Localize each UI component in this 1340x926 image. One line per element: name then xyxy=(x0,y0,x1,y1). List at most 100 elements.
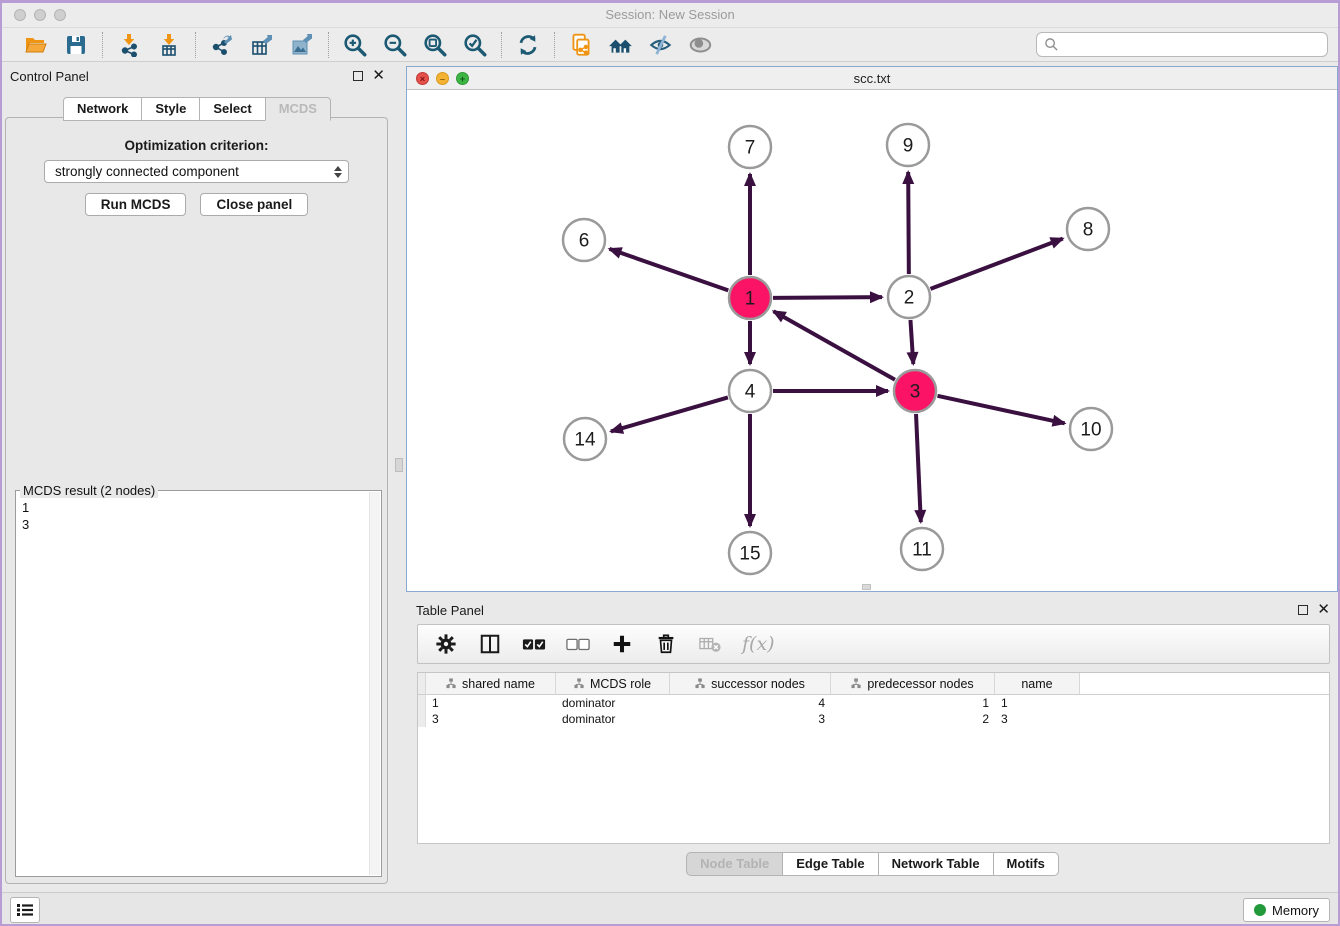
tab-network-table[interactable]: Network Table xyxy=(878,852,994,876)
table-cell[interactable]: 1 xyxy=(831,695,995,711)
column-header-successor-nodes[interactable]: successor nodes xyxy=(670,673,831,695)
tab-mcds[interactable]: MCDS xyxy=(265,97,331,121)
delete-table-icon[interactable] xyxy=(698,632,722,656)
graph-edge-3-10[interactable] xyxy=(937,396,1064,423)
tab-edge-table[interactable]: Edge Table xyxy=(782,852,878,876)
node-table[interactable]: shared name MCDS role successor nodes pr… xyxy=(417,672,1330,844)
control-panel-tabs: Network Style Select MCDS xyxy=(0,97,393,121)
graph-node-label-1: 1 xyxy=(745,289,756,310)
network-bottom-grip[interactable] xyxy=(862,584,871,590)
graph-edge-1-6[interactable] xyxy=(609,249,728,291)
save-session-icon[interactable] xyxy=(62,32,90,58)
close-panel-button[interactable]: Close panel xyxy=(200,193,308,216)
float-table-panel-icon[interactable] xyxy=(1298,605,1308,615)
window-title: Session: New Session xyxy=(0,7,1340,22)
criterion-select-value: strongly connected component xyxy=(55,164,334,179)
table-row[interactable]: 1dominator411 xyxy=(418,695,1329,711)
clone-network-icon[interactable] xyxy=(567,32,595,58)
graph-node-label-2: 2 xyxy=(904,288,915,309)
export-table-icon[interactable] xyxy=(248,32,276,58)
table-cell[interactable]: 1 xyxy=(995,695,1080,711)
task-history-button[interactable] xyxy=(10,897,40,923)
graph-edge-2-8[interactable] xyxy=(931,239,1063,289)
vertical-splitter[interactable] xyxy=(393,62,406,892)
import-table-icon[interactable] xyxy=(155,32,183,58)
table-cell[interactable]: 4 xyxy=(670,695,831,711)
criterion-select[interactable]: strongly connected component xyxy=(44,160,349,183)
table-cell[interactable]: 1 xyxy=(426,695,556,711)
import-network-icon[interactable] xyxy=(115,32,143,58)
export-network-icon[interactable] xyxy=(208,32,236,58)
show-all-icon[interactable] xyxy=(687,32,715,58)
network-graph[interactable]: 7968124314101511 xyxy=(407,90,1337,591)
deselect-all-icon[interactable] xyxy=(566,632,590,656)
list-icon xyxy=(16,903,34,917)
graph-edge-2-3[interactable] xyxy=(910,320,913,364)
table-cell[interactable]: 3 xyxy=(995,711,1080,727)
hide-selected-icon[interactable] xyxy=(647,32,675,58)
function-builder-icon[interactable]: f(x) xyxy=(742,633,775,655)
network-window-titlebar[interactable]: × – + scc.txt xyxy=(407,67,1337,90)
select-stepper-icon xyxy=(334,166,342,178)
zoom-out-icon[interactable] xyxy=(381,32,409,58)
delete-icon[interactable] xyxy=(654,632,678,656)
graph-edge-2-9[interactable] xyxy=(908,172,909,274)
gear-icon[interactable] xyxy=(434,632,458,656)
search-field[interactable] xyxy=(1036,32,1328,57)
mcds-result-text[interactable]: 1 3 xyxy=(22,499,368,874)
first-neighbors-icon[interactable] xyxy=(607,32,635,58)
table-body: 1dominator4113dominator323 xyxy=(418,695,1329,727)
add-icon[interactable] xyxy=(610,632,634,656)
graph-node-label-11: 11 xyxy=(912,540,932,561)
export-image-icon[interactable] xyxy=(288,32,316,58)
run-mcds-button[interactable]: Run MCDS xyxy=(85,193,187,216)
graph-edge-4-14[interactable] xyxy=(611,397,728,431)
memory-label: Memory xyxy=(1272,903,1319,918)
table-row[interactable]: 3dominator323 xyxy=(418,711,1329,727)
close-panel-icon[interactable]: ✕ xyxy=(372,71,385,81)
hierarchy-icon xyxy=(851,678,862,689)
row-gutter[interactable] xyxy=(418,711,426,727)
column-header-mcds-role[interactable]: MCDS role xyxy=(556,673,670,695)
tab-motifs[interactable]: Motifs xyxy=(993,852,1059,876)
graph-edge-3-11[interactable] xyxy=(916,414,921,522)
select-all-icon[interactable] xyxy=(522,632,546,656)
graph-node-label-6: 6 xyxy=(579,231,590,252)
tab-network[interactable]: Network xyxy=(63,97,142,121)
splitter-grip[interactable] xyxy=(395,458,403,472)
tab-style[interactable]: Style xyxy=(141,97,200,121)
float-panel-icon[interactable] xyxy=(353,71,363,81)
graph-edge-3-1[interactable] xyxy=(774,311,895,379)
table-cell[interactable]: 3 xyxy=(426,711,556,727)
column-header-name[interactable]: name xyxy=(995,673,1080,695)
table-cell[interactable]: dominator xyxy=(556,695,670,711)
graph-node-label-14: 14 xyxy=(574,430,596,451)
memory-button[interactable]: Memory xyxy=(1243,898,1330,922)
result-scrollbar[interactable] xyxy=(369,492,380,875)
tab-node-table[interactable]: Node Table xyxy=(686,852,783,876)
table-cell[interactable]: dominator xyxy=(556,711,670,727)
column-header-predecessor-nodes[interactable]: predecessor nodes xyxy=(831,673,995,695)
search-icon xyxy=(1044,37,1059,52)
hierarchy-icon xyxy=(695,678,706,689)
columns-icon[interactable] xyxy=(478,632,502,656)
close-table-panel-icon[interactable]: ✕ xyxy=(1317,605,1330,615)
search-input[interactable] xyxy=(1063,35,1327,55)
row-gutter[interactable] xyxy=(418,695,426,711)
network-canvas[interactable]: 7968124314101511 xyxy=(407,90,1337,591)
hierarchy-icon xyxy=(446,678,457,689)
open-session-icon[interactable] xyxy=(22,32,50,58)
graph-edge-1-2[interactable] xyxy=(773,297,882,298)
table-cell[interactable]: 3 xyxy=(670,711,831,727)
table-cell[interactable]: 2 xyxy=(831,711,995,727)
header-filler xyxy=(1080,673,1329,695)
refresh-layout-icon[interactable] xyxy=(514,32,542,58)
control-panel: Control Panel ✕ Network Style Select MCD… xyxy=(0,62,393,892)
column-header-shared-name[interactable]: shared name xyxy=(426,673,556,695)
tab-select[interactable]: Select xyxy=(199,97,265,121)
table-tabs: Node Table Edge Table Network Table Moti… xyxy=(406,852,1338,876)
zoom-fit-icon[interactable] xyxy=(421,32,449,58)
zoom-selected-icon[interactable] xyxy=(461,32,489,58)
zoom-in-icon[interactable] xyxy=(341,32,369,58)
network-view-window: × – + scc.txt 7968124314101511 xyxy=(406,66,1338,592)
